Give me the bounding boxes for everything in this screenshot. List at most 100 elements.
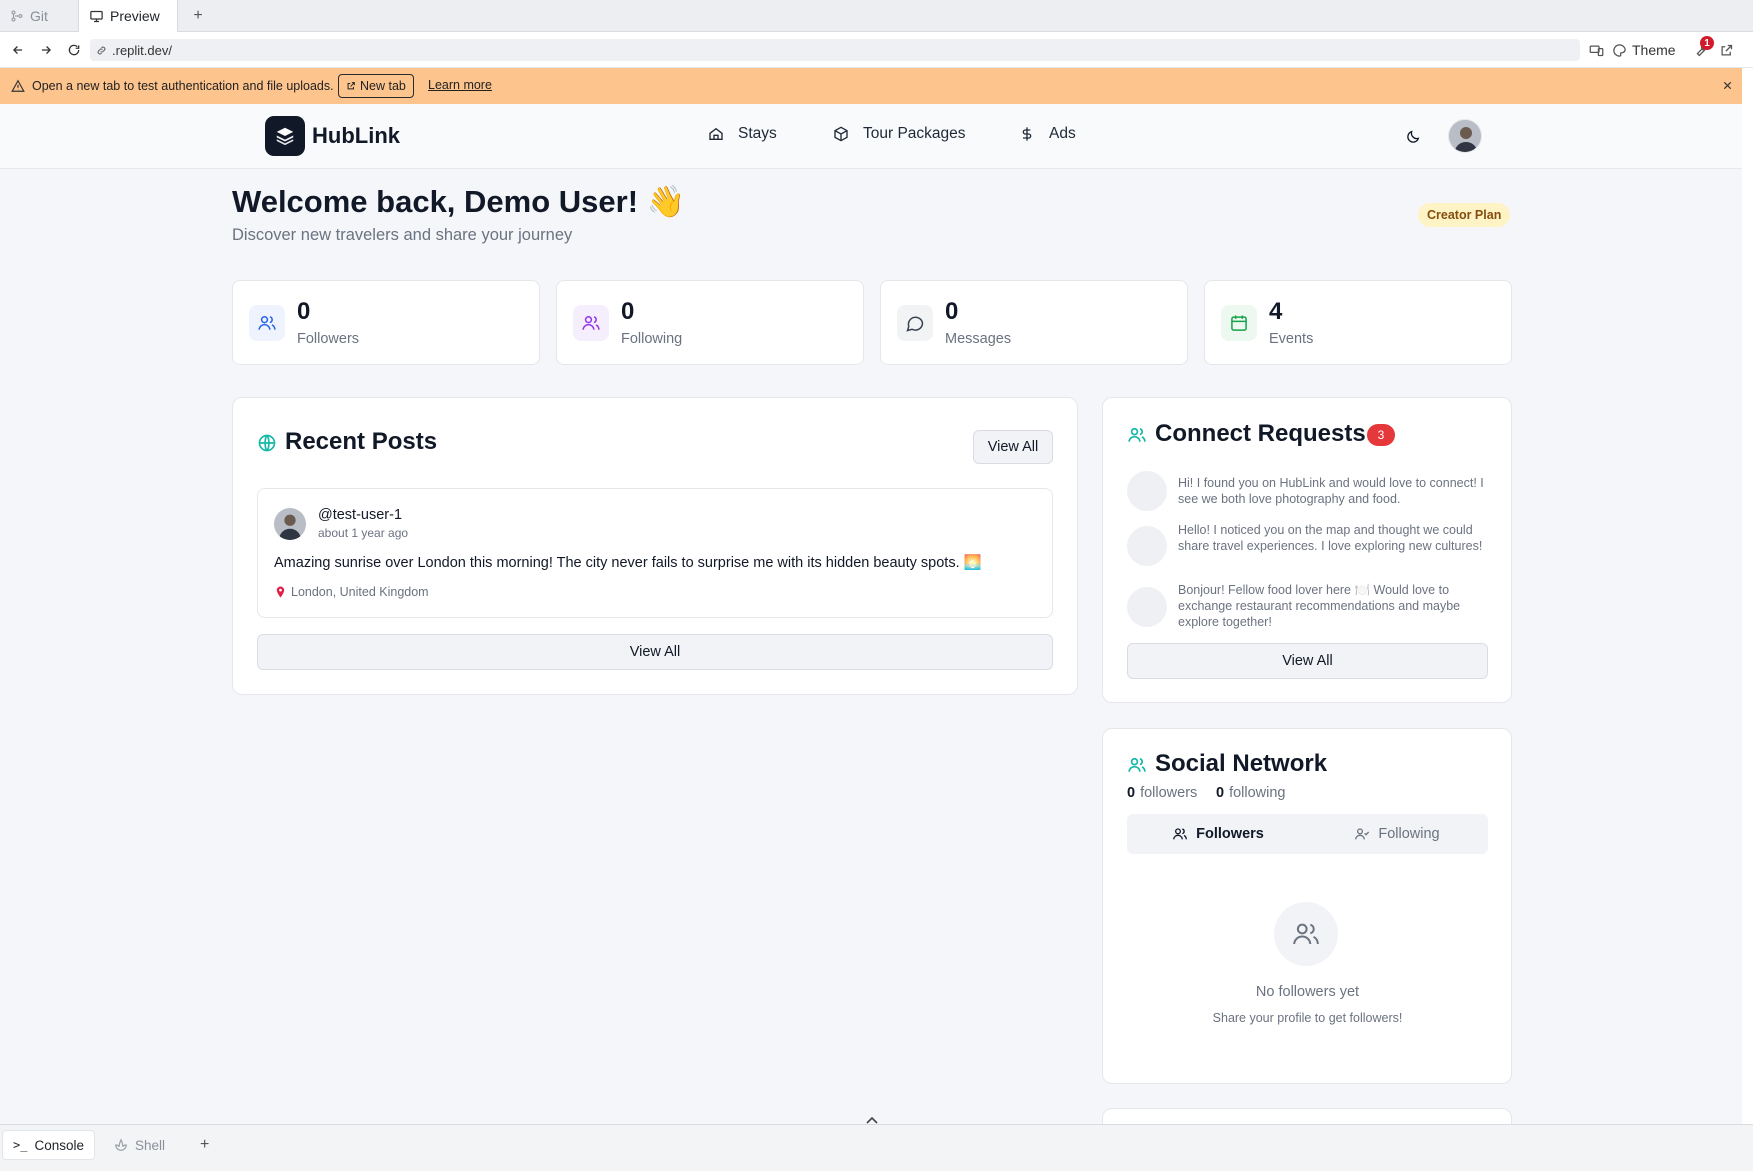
empty-followers-icon — [1274, 902, 1338, 966]
plan-badge: Creator Plan — [1418, 203, 1511, 227]
tab-following[interactable]: Following — [1310, 818, 1484, 850]
stat-value: 0 — [621, 298, 635, 325]
social-network-title: Social Network — [1155, 750, 1328, 777]
home-icon — [708, 126, 724, 142]
request-count-badge: 3 — [1367, 424, 1395, 446]
globe-icon — [257, 433, 277, 453]
stat-value: 0 — [945, 298, 959, 325]
console-tab[interactable]: >_ Console — [2, 1130, 95, 1160]
notification-badge: 1 — [1700, 36, 1714, 50]
post-time: about 1 year ago — [318, 526, 409, 540]
stat-card-messages[interactable]: 0 Messages — [880, 280, 1188, 365]
forward-arrow-icon[interactable] — [36, 40, 56, 60]
terminal-icon: >_ — [13, 1138, 28, 1152]
ide-tab-label: Preview — [110, 8, 160, 24]
nav-label: Tour Packages — [863, 125, 966, 142]
new-tab-plus-icon[interactable]: + — [188, 0, 208, 32]
user-avatar[interactable] — [1448, 119, 1482, 153]
posts-view-all-bottom-button[interactable]: View All — [257, 634, 1053, 670]
stat-card-following[interactable]: 0 Following — [556, 280, 864, 365]
message-icon — [897, 305, 933, 341]
viewport-right-edge — [1742, 68, 1753, 1124]
tab-label: Console — [34, 1137, 84, 1153]
request-avatar[interactable] — [1127, 587, 1167, 627]
users-icon — [573, 305, 609, 341]
reload-icon[interactable] — [64, 40, 84, 60]
moon-icon[interactable] — [1402, 126, 1424, 148]
nav-stays[interactable]: Stays — [708, 125, 777, 143]
request-message[interactable]: Hi! I found you on HubLink and would lov… — [1178, 475, 1488, 507]
stat-card-events[interactable]: 4 Events — [1204, 280, 1512, 365]
post-content: Amazing sunrise over London this morning… — [274, 555, 982, 571]
user-check-icon — [1354, 826, 1370, 842]
recent-posts-title: Recent Posts — [285, 428, 438, 455]
ide-tab-strip — [0, 0, 1753, 32]
request-avatar[interactable] — [1127, 471, 1167, 511]
nav-label: Stays — [738, 125, 777, 142]
theme-button[interactable]: Theme — [1612, 38, 1676, 62]
followers-word: followers — [1140, 785, 1198, 801]
stat-label: Events — [1269, 331, 1314, 347]
posts-view-all-button[interactable]: View All — [973, 430, 1053, 464]
post-location-text: London, United Kingdom — [291, 585, 429, 599]
nav-label: Ads — [1049, 125, 1076, 142]
external-link-icon[interactable] — [1716, 40, 1736, 60]
stat-label: Followers — [297, 331, 360, 347]
post-location: London, United Kingdom — [275, 585, 429, 599]
palette-icon — [1612, 43, 1627, 58]
users-icon — [1127, 755, 1147, 775]
page-title: Welcome back, Demo User! 👋 — [232, 184, 686, 219]
request-message[interactable]: Hello! I noticed you on the map and thou… — [1178, 522, 1488, 554]
warning-icon — [11, 79, 25, 93]
stat-value: 4 — [1269, 298, 1283, 325]
close-icon[interactable] — [1718, 76, 1736, 94]
url-input[interactable]: .replit.dev/ — [90, 39, 1580, 61]
url-text: .replit.dev/ — [112, 42, 172, 58]
post-author-avatar[interactable] — [274, 508, 306, 540]
shell-tab[interactable]: Shell — [104, 1130, 175, 1160]
bottom-panel-bar — [0, 1124, 1753, 1171]
ide-tab-git[interactable]: Git — [0, 0, 58, 32]
followers-summary: 0 followers — [1127, 785, 1197, 801]
calendar-icon — [1221, 305, 1257, 341]
brand-name[interactable]: HubLink — [312, 123, 400, 149]
ide-tab-preview[interactable]: Preview — [78, 0, 178, 32]
external-link-icon — [346, 81, 356, 91]
devices-icon[interactable] — [1586, 40, 1606, 60]
dollar-icon — [1019, 126, 1035, 142]
nav-tour-packages[interactable]: Tour Packages — [833, 125, 966, 143]
users-icon — [1127, 425, 1147, 445]
connect-requests-title: Connect Requests — [1155, 420, 1366, 447]
tab-label: Following — [1378, 826, 1440, 842]
users-icon — [249, 305, 285, 341]
followers-count: 0 — [1127, 785, 1136, 801]
git-branch-icon — [10, 9, 24, 23]
hublink-logo-icon[interactable] — [265, 116, 305, 156]
link-icon — [96, 45, 107, 56]
add-panel-plus-icon[interactable]: + — [200, 1136, 209, 1154]
page-subtitle: Discover new travelers and share your jo… — [232, 226, 573, 244]
empty-followers-subtitle: Share your profile to get followers! — [1212, 1011, 1403, 1025]
ide-tab-label: Git — [30, 8, 48, 24]
tab-label: Shell — [135, 1137, 166, 1153]
shell-icon — [114, 1138, 128, 1152]
stat-label: Following — [621, 331, 683, 347]
open-new-tab-button[interactable]: New tab — [338, 74, 414, 98]
following-summary: 0 following — [1216, 785, 1286, 801]
empty-followers-title: No followers yet — [1255, 984, 1360, 1000]
tab-followers[interactable]: Followers — [1131, 818, 1305, 850]
stat-card-followers[interactable]: 0 Followers — [232, 280, 540, 365]
banner-message: Open a new tab to test authentication an… — [32, 79, 334, 93]
requests-view-all-button[interactable]: View All — [1127, 643, 1488, 679]
stat-value: 0 — [297, 298, 311, 325]
theme-label: Theme — [1632, 42, 1676, 58]
request-message[interactable]: Bonjour! Fellow food lover here 🍽️ Would… — [1178, 582, 1488, 630]
stat-label: Messages — [945, 331, 1012, 347]
learn-more-link[interactable]: Learn more — [428, 78, 492, 92]
chevron-up-icon[interactable] — [866, 1116, 878, 1124]
nav-ads[interactable]: Ads — [1019, 125, 1076, 143]
back-arrow-icon[interactable] — [8, 40, 28, 60]
following-word: following — [1229, 785, 1286, 801]
request-avatar[interactable] — [1127, 526, 1167, 566]
post-username[interactable]: @test-user-1 — [318, 507, 402, 523]
